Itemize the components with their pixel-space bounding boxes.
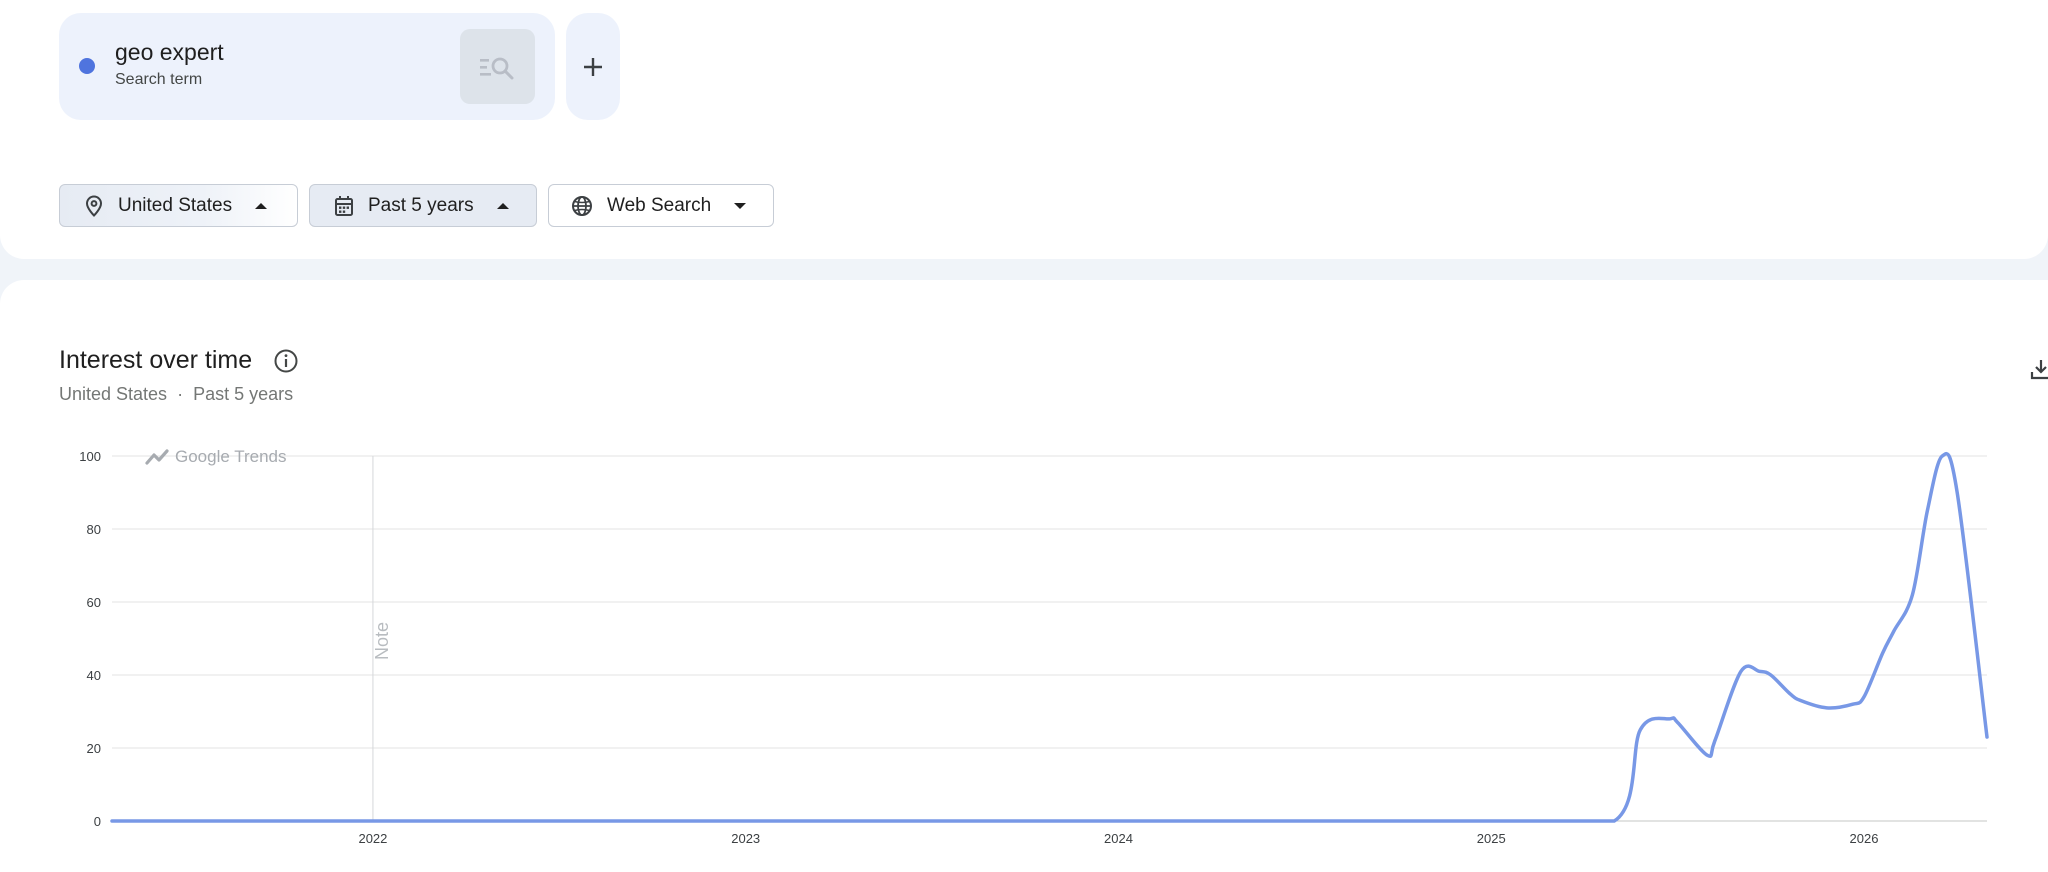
chart-grid — [112, 455, 1987, 822]
x-tick-label: 2023 — [731, 831, 760, 846]
y-tick-label: 40 — [87, 668, 101, 683]
x-axis-ticks: 2022 2023 2024 2025 2026 — [358, 831, 1878, 846]
y-tick-label: 20 — [87, 741, 101, 756]
y-tick-label: 80 — [87, 522, 101, 537]
trends-logo-icon — [145, 449, 169, 465]
series-line[interactable] — [110, 452, 1989, 823]
chart-series — [110, 452, 1989, 823]
note-label[interactable]: Note — [372, 622, 392, 660]
y-tick-label: 60 — [87, 595, 101, 610]
x-tick-label: 2026 — [1850, 831, 1879, 846]
watermark-text: Google Trends — [175, 447, 287, 466]
x-tick-label: 2022 — [358, 831, 387, 846]
chart-note: Note — [372, 456, 392, 821]
x-tick-label: 2025 — [1477, 831, 1506, 846]
x-tick-label: 2024 — [1104, 831, 1133, 846]
y-tick-label: 0 — [94, 814, 101, 829]
y-axis-ticks: 0 20 40 60 80 100 — [79, 449, 101, 829]
y-tick-label: 100 — [79, 449, 101, 464]
interest-line-chart: Note 0 20 40 60 80 100 2022 2023 2024 2025 2026 G… — [79, 447, 1989, 846]
